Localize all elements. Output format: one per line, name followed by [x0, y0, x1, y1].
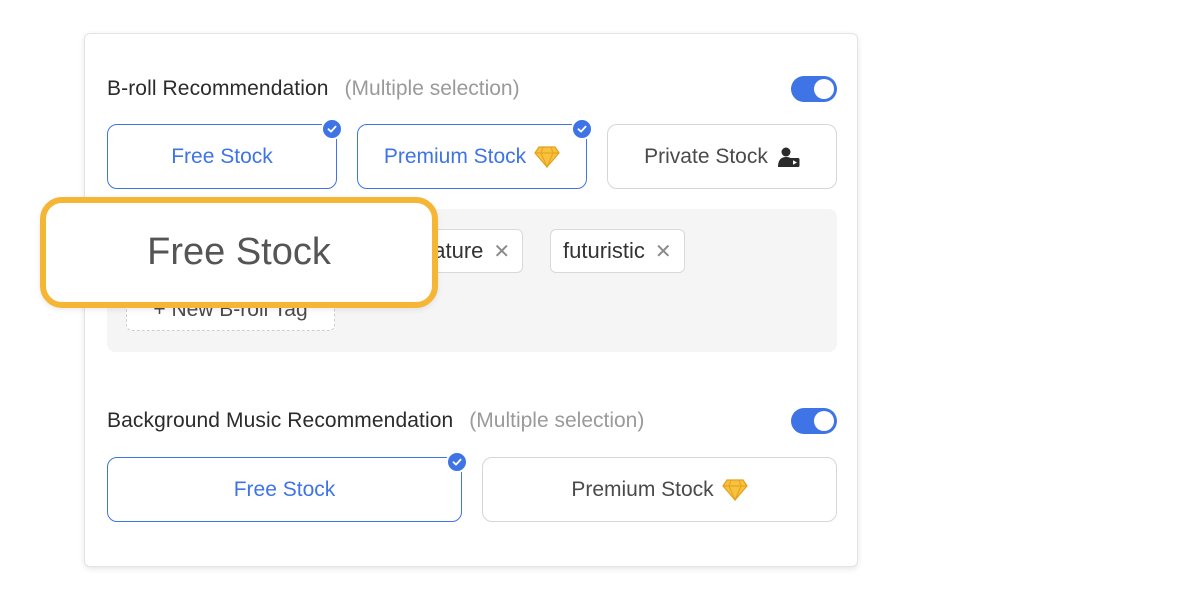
broll-option-private-stock[interactable]: Private Stock [607, 124, 837, 189]
check-icon [446, 451, 468, 473]
person-video-icon [777, 146, 800, 168]
option-label: Free Stock [233, 477, 336, 501]
toggle-knob [814, 411, 834, 431]
callout-label: Free Stock [147, 231, 331, 273]
option-label: Premium Stock [571, 477, 714, 501]
music-option-free-stock[interactable]: Free Stock [107, 451, 468, 522]
tag-chip: futuristic ✕ [550, 229, 685, 273]
broll-hint: (Multiple selection) [344, 77, 520, 100]
broll-title: B-roll Recommendation [107, 77, 329, 100]
music-title: Background Music Recommendation [107, 409, 454, 432]
music-header: Background Music Recommendation (Multipl… [107, 406, 837, 436]
broll-header: B-roll Recommendation (Multiple selectio… [107, 74, 837, 104]
check-icon [571, 118, 593, 140]
music-toggle[interactable] [791, 408, 837, 434]
check-icon [321, 118, 343, 140]
option-label: Free Stock [171, 144, 273, 168]
tag-label: futuristic [563, 238, 645, 263]
option-label: Private Stock [644, 144, 768, 168]
broll-toggle[interactable] [791, 76, 837, 102]
music-hint: (Multiple selection) [469, 409, 645, 432]
free-stock-callout: Free Stock [40, 197, 438, 308]
diamond-icon [721, 478, 748, 501]
remove-tag-icon[interactable]: ✕ [493, 239, 510, 264]
broll-option-premium-stock[interactable]: Premium Stock [357, 118, 593, 189]
broll-option-free-stock[interactable]: Free Stock [107, 118, 343, 189]
option-label: Premium Stock [383, 144, 527, 168]
diamond-icon [534, 145, 560, 168]
music-option-premium-stock[interactable]: Premium Stock [482, 457, 837, 522]
remove-tag-icon[interactable]: ✕ [655, 239, 672, 264]
toggle-knob [814, 79, 834, 99]
